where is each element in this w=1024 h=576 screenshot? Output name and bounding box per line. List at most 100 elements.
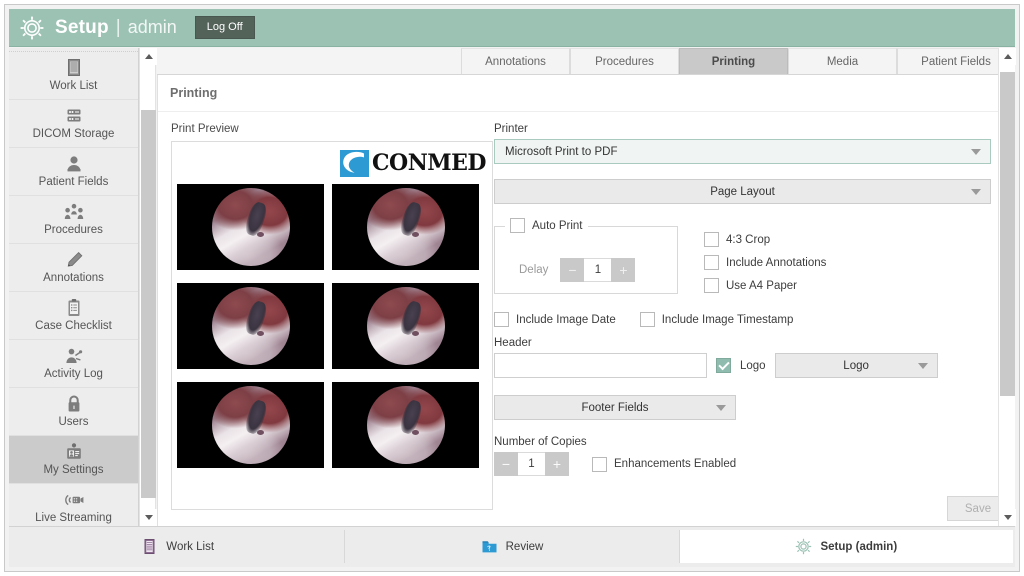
preview-thumbnail[interactable]: 0 — [177, 184, 324, 270]
footer-fields-select[interactable]: Footer Fields — [494, 395, 736, 420]
endoscopic-image — [366, 188, 445, 266]
endoscopic-image — [211, 287, 290, 365]
use-a4-checkbox[interactable] — [704, 278, 719, 293]
endoscopic-image — [366, 287, 445, 365]
people-icon — [63, 202, 85, 222]
server-icon — [63, 106, 85, 126]
worklist-icon — [141, 538, 158, 555]
copies-stepper[interactable]: − 1 + — [494, 452, 569, 476]
copies-decrement-button[interactable]: − — [494, 452, 518, 476]
include-image-date-checkbox[interactable] — [494, 312, 509, 327]
sidebar-item-activity-log[interactable]: Activity Log — [9, 340, 138, 388]
settings-scroll-down-button[interactable] — [999, 509, 1016, 526]
tab-annotations[interactable]: Annotations — [461, 48, 570, 74]
endoscopic-image — [211, 188, 290, 266]
crop-checkbox[interactable] — [704, 232, 719, 247]
sidebar-item-label: Case Checklist — [35, 320, 112, 333]
header-input[interactable] — [494, 353, 707, 378]
pencil-icon — [63, 250, 85, 270]
printer-select[interactable]: Microsoft Print to PDF — [494, 139, 991, 164]
bottom-nav-review[interactable]: Review — [345, 530, 680, 563]
video-cast-icon — [63, 490, 85, 510]
include-image-date-label: Include Image Date — [516, 313, 616, 326]
bottom-nav-label: Setup (admin) — [820, 540, 898, 553]
enhancements-row[interactable]: Enhancements Enabled — [592, 456, 736, 472]
settings-scroll-up-button[interactable] — [999, 48, 1016, 65]
tab-printing[interactable]: Printing — [679, 48, 788, 74]
sidebar-item-patient-fields[interactable]: Patient Fields — [9, 148, 138, 196]
printer-select-value: Microsoft Print to PDF — [505, 145, 618, 158]
preview-thumbnail[interactable]: 0 — [332, 184, 479, 270]
gear-icon — [19, 15, 45, 41]
tab-procedures[interactable]: Procedures — [570, 48, 679, 74]
page-layout-select[interactable]: Page Layout — [494, 179, 991, 204]
checklist-icon — [63, 298, 85, 318]
preview-thumbnail[interactable] — [177, 382, 324, 468]
chevron-up-icon — [1003, 54, 1012, 59]
sidebar-scroll-thumb[interactable] — [141, 110, 156, 498]
scope-artifact — [256, 429, 264, 435]
include-image-timestamp-checkbox[interactable] — [639, 312, 655, 327]
gear-icon — [795, 538, 812, 555]
log-off-button[interactable]: Log Off — [194, 16, 255, 39]
sidebar-item-procedures[interactable]: Procedures — [9, 196, 138, 244]
sidebar-item-case-checklist[interactable]: Case Checklist — [9, 292, 138, 340]
conmed-mark-icon — [340, 149, 370, 177]
preview-image-grid: 0 0 0 0 — [172, 184, 492, 468]
sidebar-item-annotations[interactable]: Annotations — [9, 244, 138, 292]
copies-value[interactable]: 1 — [518, 452, 545, 476]
include-image-timestamp-row[interactable]: Include Image Timestamp — [639, 312, 793, 327]
logo-checkbox[interactable] — [716, 358, 731, 373]
settings-scroll-thumb[interactable] — [1000, 72, 1015, 396]
tab-media[interactable]: Media — [788, 48, 897, 74]
settings-scrollbar[interactable] — [998, 48, 1016, 526]
preview-image-row: 0 0 — [177, 184, 487, 270]
logo-select[interactable]: Logo — [774, 353, 938, 378]
preview-image-row — [177, 382, 487, 468]
preview-thumbnail[interactable] — [332, 382, 479, 468]
crop-checkbox-row[interactable]: 4:3 Crop — [704, 232, 826, 247]
sidebar-item-label: Work List — [49, 80, 98, 93]
logo-select-value: Logo — [843, 359, 869, 372]
sidebar-scrollbar[interactable] — [139, 48, 157, 526]
preview-image-row: 0 0 — [177, 283, 487, 369]
bottom-nav-work-list[interactable]: Work List — [11, 530, 346, 563]
endoscopic-image — [366, 386, 445, 464]
sidebar-scroll-up-button[interactable] — [140, 48, 157, 65]
auto-print-legend: Auto Print — [505, 218, 588, 233]
sidebar-item-users[interactable]: Users — [9, 388, 138, 436]
sidebar-item-dicom-storage[interactable]: DICOM Storage — [9, 100, 138, 148]
sidebar-scroll-down-button[interactable] — [140, 509, 157, 526]
include-annotations-label: Include Annotations — [726, 256, 827, 269]
sidebar-item-my-settings[interactable]: My Settings — [9, 436, 138, 484]
preview-thumbnail[interactable]: 0 — [177, 283, 324, 369]
conmed-wordmark: CONMED — [372, 149, 486, 176]
printing-settings-form: Printer Microsoft Print to PDF Page Layo… — [494, 123, 991, 480]
delay-stepper[interactable]: − 1 + — [560, 258, 636, 282]
preview-logo-row: CONMED — [172, 142, 492, 184]
sidebar-item-live-streaming[interactable]: Live Streaming — [9, 484, 138, 526]
delay-increment-button[interactable]: + — [611, 258, 636, 282]
preview-thumbnail[interactable]: 0 — [332, 283, 479, 369]
include-annotations-checkbox[interactable] — [704, 255, 719, 270]
enhancements-checkbox[interactable] — [592, 456, 607, 472]
auto-print-checkbox[interactable] — [510, 218, 525, 233]
bottom-nav-setup[interactable]: Setup (admin) — [679, 530, 1013, 563]
chevron-down-icon — [144, 515, 153, 520]
conmed-logo: CONMED — [340, 149, 486, 177]
chevron-down-icon — [716, 404, 726, 411]
print-preview-panel: CONMED 0 0 0 — [171, 141, 493, 510]
sidebar-item-label: Live Streaming — [35, 512, 112, 525]
sidebar-item-label: My Settings — [43, 464, 104, 477]
activity-icon — [63, 346, 85, 366]
delay-decrement-button[interactable]: − — [560, 258, 585, 282]
scope-artifact — [411, 330, 419, 336]
use-a4-checkbox-row[interactable]: Use A4 Paper — [704, 278, 826, 293]
include-annotations-checkbox-row[interactable]: Include Annotations — [704, 255, 826, 270]
include-image-date-row[interactable]: Include Image Date — [494, 312, 616, 327]
copies-increment-button[interactable]: + — [545, 452, 569, 476]
delay-value[interactable]: 1 — [584, 258, 612, 282]
person-icon — [63, 154, 85, 174]
tab-bar: Annotations Procedures Printing Media Pa… — [157, 48, 1015, 75]
sidebar-item-work-list[interactable]: Work List — [9, 52, 138, 100]
